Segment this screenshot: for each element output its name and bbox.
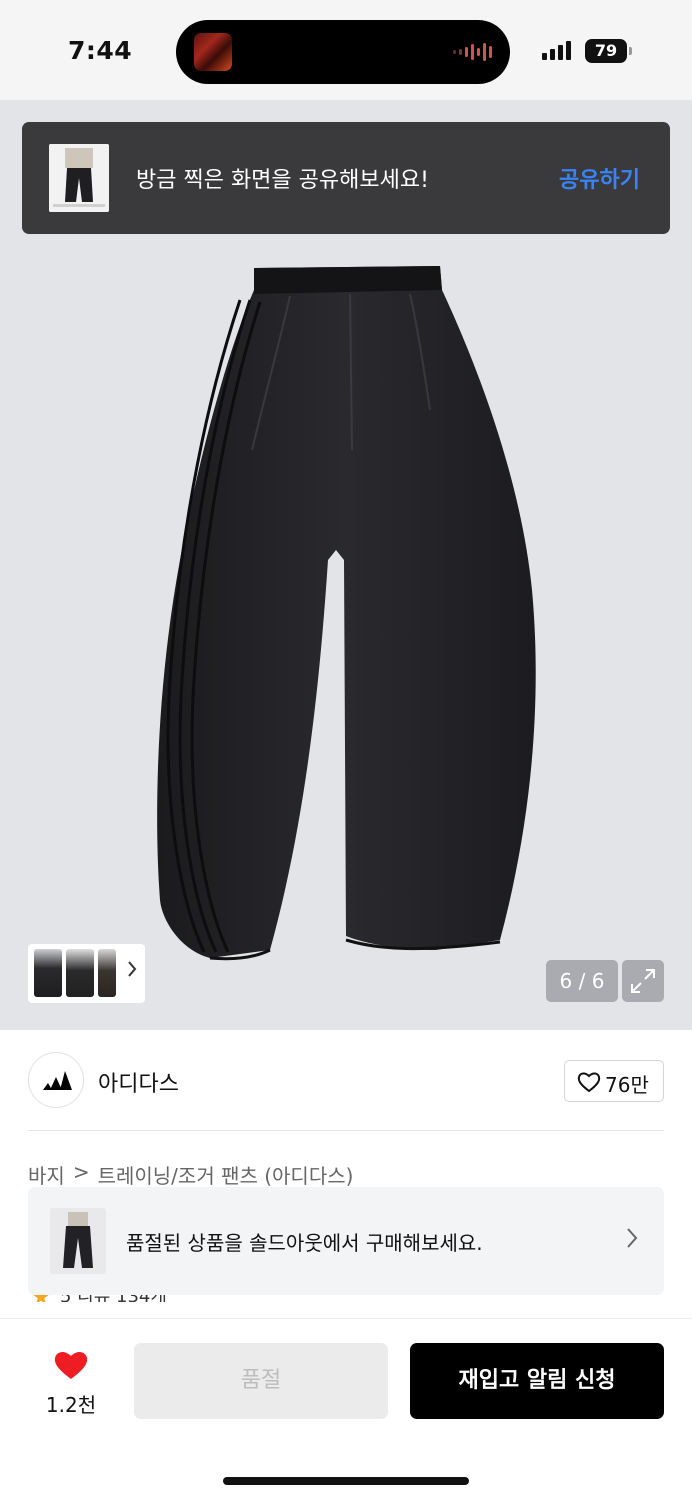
audio-waveform-icon [453, 42, 492, 62]
now-playing-album-art [194, 33, 232, 71]
breadcrumb-separator: > [72, 1160, 90, 1184]
home-indicator[interactable] [223, 1477, 469, 1485]
share-toast-message: 방금 찍은 화면을 공유해보세요! [136, 168, 429, 193]
brand-like-count: 76만 [605, 1073, 649, 1097]
thumbnail-1[interactable] [34, 949, 62, 997]
cellular-signal-icon [542, 41, 571, 60]
screenshot-preview-image [49, 144, 109, 212]
heart-outline-icon [577, 1072, 601, 1093]
brand-like-button[interactable]: 76만 [564, 1060, 664, 1102]
bottom-action-bar: 1.2천 품절 재입고 알림 신청 [0, 1318, 692, 1500]
status-time: 7:44 [68, 36, 133, 65]
thumbnail-3[interactable] [98, 949, 116, 997]
product-image-gallery[interactable]: 6 / 6 [0, 100, 692, 1030]
brand-row[interactable]: 아디다스 76만 [28, 1050, 664, 1112]
brand-name[interactable]: 아디다스 [98, 1066, 179, 1098]
screenshot-thumbnail [49, 144, 109, 212]
soldout-product-thumbnail [50, 1208, 106, 1274]
wishlist-button[interactable]: 1.2천 [40, 1347, 102, 1417]
status-bar: 7:44 79 [0, 0, 692, 100]
expand-icon [631, 969, 655, 993]
chevron-right-icon [627, 1228, 638, 1248]
soldout-banner-text: 품절된 상품을 솔드아웃에서 구매해보세요. [126, 1231, 483, 1255]
thumbnail-strip[interactable] [28, 944, 145, 1003]
breadcrumb: 바지 > 트레이닝/조거 팬츠 (아디다스) [28, 1160, 353, 1189]
expand-image-button[interactable] [622, 960, 664, 1002]
chevron-right-icon [128, 961, 137, 977]
soldout-button: 품절 [134, 1343, 388, 1419]
divider [28, 1130, 664, 1131]
product-image-pants [157, 266, 536, 961]
thumbnail-2[interactable] [66, 949, 94, 997]
image-page-counter: 6 / 6 [546, 960, 618, 1002]
breadcrumb-category[interactable]: 바지 [28, 1160, 65, 1189]
restock-alert-button[interactable]: 재입고 알림 신청 [410, 1343, 664, 1419]
heart-filled-icon [54, 1351, 88, 1379]
adidas-logo[interactable] [28, 1052, 84, 1108]
screenshot-share-toast[interactable]: 방금 찍은 화면을 공유해보세요! 공유하기 [22, 122, 670, 234]
breadcrumb-subcategory[interactable]: 트레이닝/조거 팬츠 (아디다스) [98, 1160, 354, 1189]
wishlist-count: 1.2천 [45, 1393, 97, 1417]
dynamic-island[interactable] [176, 20, 510, 84]
share-button[interactable]: 공유하기 [559, 162, 640, 194]
soldout-promo-banner[interactable]: 품절된 상품을 솔드아웃에서 구매해보세요. [28, 1187, 664, 1295]
battery-icon: 79 [585, 39, 632, 63]
